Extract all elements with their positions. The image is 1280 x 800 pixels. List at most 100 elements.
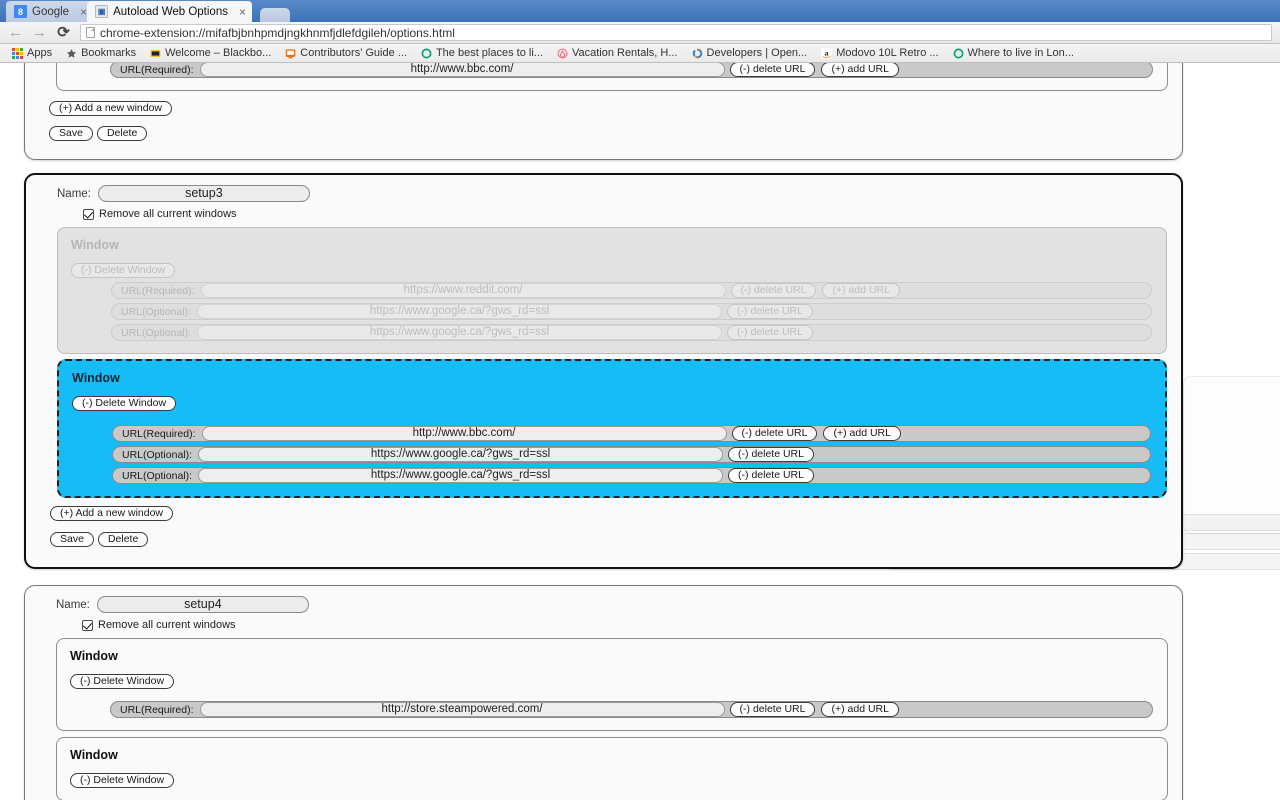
url-label: URL(Required):: [122, 427, 196, 440]
url-input[interactable]: https://www.google.ca/?gws_rd=ssl: [198, 447, 724, 462]
close-icon[interactable]: ×: [80, 6, 87, 18]
airbnb-icon: [557, 48, 568, 58]
delete-url-button[interactable]: (-) delete URL: [728, 447, 814, 462]
url-input[interactable]: https://www.google.ca/?gws_rd=ssl: [197, 325, 723, 340]
address-bar[interactable]: chrome-extension://mifafbjbnhpmdjngkhnmf…: [80, 24, 1272, 41]
url-input[interactable]: http://store.steampowered.com/: [199, 702, 725, 717]
reload-icon[interactable]: ⟳: [56, 25, 71, 40]
add-window-button[interactable]: (+) Add a new window: [50, 506, 174, 521]
delete-button[interactable]: Delete: [97, 532, 149, 547]
window-card-dragging[interactable]: Window (-) Delete Window URL(Required): …: [57, 359, 1167, 498]
bookmark-contributors-guide[interactable]: Contributors' Guide ...: [279, 46, 413, 60]
window-title: Window: [72, 371, 120, 385]
bookmark-apps[interactable]: Apps: [6, 46, 58, 60]
setup-name-input[interactable]: setup4: [96, 596, 309, 613]
bookmark-vacation-rentals[interactable]: Vacation Rentals, H...: [551, 46, 684, 60]
tab-google[interactable]: 8 Google ×: [6, 1, 94, 22]
add-url-button[interactable]: (+) add URL: [821, 702, 899, 717]
bookmark-best-places[interactable]: The best places to li...: [415, 46, 549, 60]
delete-window-button[interactable]: (-) Delete Window: [71, 263, 176, 278]
url-label: URL(Required):: [120, 63, 194, 76]
bookmark-modovo[interactable]: a Modovo 10L Retro ...: [815, 46, 944, 60]
delete-window-row: (-) Delete Window: [70, 671, 1167, 689]
add-url-button[interactable]: (+) add URL: [823, 426, 901, 441]
bookmark-blackboard[interactable]: Welcome – Blackbo...: [144, 46, 277, 60]
url-row: URL(Required): http://www.bbc.com/ (-) d…: [112, 425, 1151, 442]
setup-footer: Save Delete: [50, 532, 1181, 547]
delete-window-button[interactable]: (-) Delete Window: [70, 674, 175, 689]
delete-url-button[interactable]: (-) delete URL: [727, 304, 813, 319]
save-button[interactable]: Save: [49, 126, 93, 141]
setup-card-partial: URL(Required): http://www.bbc.com/ (-) d…: [24, 63, 1183, 160]
add-url-button[interactable]: (+) add URL: [822, 283, 900, 298]
remove-all-windows-label: Remove all current windows: [98, 619, 236, 631]
url-input[interactable]: https://www.google.ca/?gws_rd=ssl: [197, 304, 723, 319]
circle-icon: [953, 48, 963, 58]
delete-url-button[interactable]: (-) delete URL: [728, 468, 814, 483]
url-label: URL(Required):: [120, 703, 194, 716]
window-title: Window: [70, 649, 118, 663]
address-bar-value: chrome-extension://mifafbjbnhpmdjngkhnmf…: [100, 25, 455, 40]
tab-strip: 8 Google × ▣ Autoload Web Options ×: [0, 0, 1280, 22]
extension-favicon: ▣: [95, 5, 109, 18]
window-card: Window (-) Delete Window URL(Required): …: [56, 638, 1168, 731]
url-label: URL(Required):: [121, 284, 195, 297]
url-row: URL(Required): http://store.steampowered…: [110, 701, 1153, 718]
add-window-button[interactable]: (+) Add a new window: [49, 101, 173, 116]
delete-window-button[interactable]: (-) Delete Window: [70, 773, 175, 788]
svg-text:a: a: [825, 48, 829, 57]
browser-toolbar: ← → ⟳ chrome-extension://mifafbjbnhpmdjn…: [0, 22, 1280, 44]
bookmark-label: Contributors' Guide ...: [300, 47, 407, 59]
delete-window-row: (-) Delete Window: [71, 260, 1166, 278]
url-input[interactable]: http://www.bbc.com/: [199, 63, 725, 77]
windows-list: Window (-) Delete Window URL(Required): …: [25, 631, 1182, 800]
window-card: URL(Required): http://www.bbc.com/ (-) d…: [56, 63, 1168, 91]
options-page: URL(Required): http://www.bbc.com/ (-) d…: [0, 63, 1280, 800]
bookmark-label: Modovo 10L Retro ...: [836, 47, 939, 59]
url-row: URL(Optional): https://www.google.ca/?gw…: [111, 324, 1152, 341]
bookmark-bookmarks[interactable]: Bookmarks: [60, 46, 142, 60]
back-icon[interactable]: ←: [8, 25, 23, 40]
tab-autoload-web-options[interactable]: ▣ Autoload Web Options ×: [87, 1, 252, 22]
monitor-icon: [285, 48, 296, 58]
window-title: Window: [71, 238, 119, 252]
remove-all-windows-checkbox[interactable]: [83, 208, 94, 220]
bookmark-developers-open[interactable]: Developers | Open...: [686, 46, 814, 60]
url-input[interactable]: https://www.google.ca/?gws_rd=ssl: [198, 468, 724, 483]
browser-window: 8 Google × ▣ Autoload Web Options × ← → …: [0, 0, 1280, 800]
forward-icon[interactable]: →: [32, 25, 47, 40]
bookmark-where-to-live[interactable]: Where to live in Lon...: [947, 46, 1080, 60]
setup-footer: Save Delete: [49, 126, 1182, 141]
url-input[interactable]: http://www.bbc.com/: [201, 426, 727, 441]
setup-name-input[interactable]: setup3: [97, 185, 310, 202]
delete-url-button[interactable]: (-) delete URL: [729, 702, 816, 717]
window-title: Window: [70, 748, 118, 762]
url-input[interactable]: https://www.reddit.com/: [200, 283, 726, 298]
url-row: URL(Optional): https://www.google.ca/?gw…: [111, 303, 1152, 320]
url-label: URL(Optional):: [122, 448, 193, 461]
url-label: URL(Optional):: [121, 326, 192, 339]
delete-button[interactable]: Delete: [96, 126, 148, 141]
delete-url-button[interactable]: (-) delete URL: [730, 283, 817, 298]
bookmark-label: Apps: [27, 47, 53, 59]
name-label: Name:: [56, 598, 90, 611]
delete-window-button[interactable]: (-) Delete Window: [72, 396, 177, 411]
url-row: URL(Required): https://www.reddit.com/ (…: [111, 282, 1152, 299]
delete-url-button[interactable]: (-) delete URL: [727, 325, 813, 340]
close-icon[interactable]: ×: [239, 6, 246, 18]
new-tab-button[interactable]: [260, 8, 290, 22]
setup-name-row: Name: setup4: [25, 586, 1182, 613]
circle-icon: [421, 48, 432, 58]
window-card: Window (-) Delete Window: [56, 737, 1168, 800]
setup-card-setup3: Name: setup3 Remove all current windows …: [24, 173, 1183, 569]
save-button[interactable]: Save: [50, 532, 94, 547]
tab-label: Google: [32, 5, 70, 18]
delete-url-button[interactable]: (-) delete URL: [729, 63, 816, 77]
remove-all-windows-row[interactable]: Remove all current windows: [26, 202, 1181, 220]
remove-all-windows-row[interactable]: Remove all current windows: [25, 613, 1182, 631]
delete-url-button[interactable]: (-) delete URL: [731, 426, 818, 441]
blackboard-icon: [150, 49, 161, 57]
url-row: URL(Optional): https://www.google.ca/?gw…: [112, 467, 1151, 484]
remove-all-windows-checkbox[interactable]: [82, 619, 93, 631]
add-url-button[interactable]: (+) add URL: [821, 63, 899, 77]
